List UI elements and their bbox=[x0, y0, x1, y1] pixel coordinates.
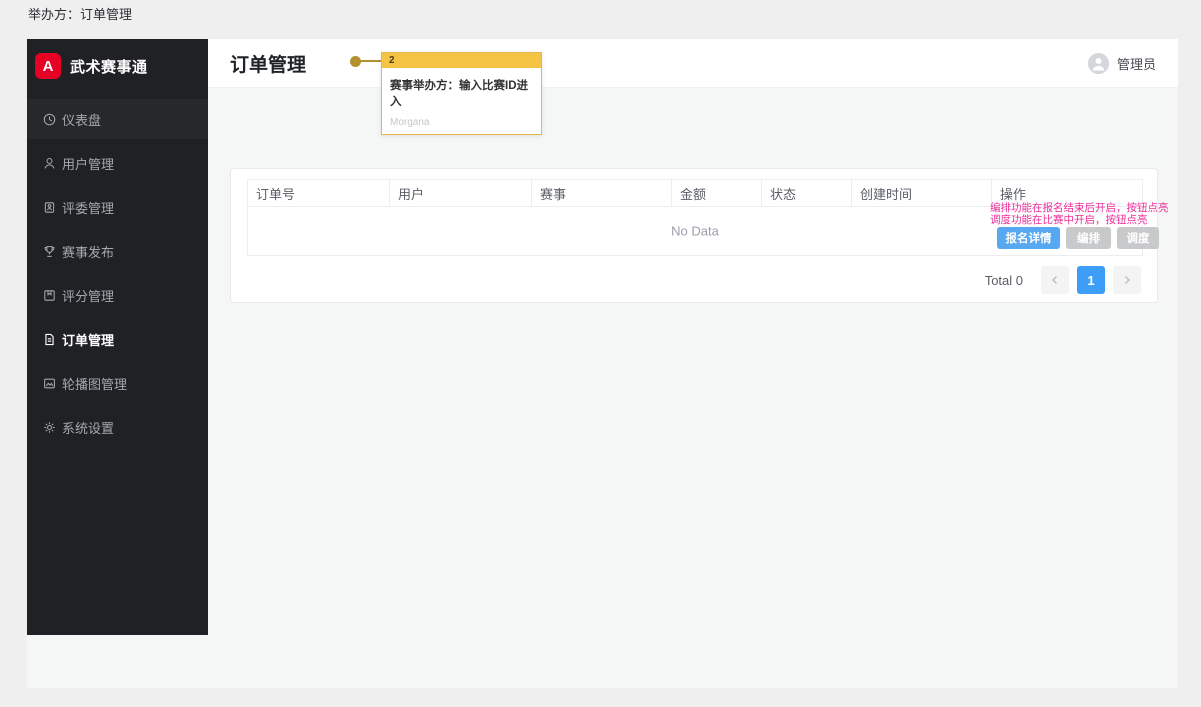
prev-page-button[interactable] bbox=[1041, 266, 1069, 294]
actions-annotation-note: 编排功能在报名结束后开启，按钮点亮 调度功能在比赛中开启，按钮点亮 bbox=[990, 202, 1169, 226]
pagination-total: Total 0 bbox=[984, 272, 1023, 288]
avatar bbox=[1087, 52, 1109, 74]
sidebar-item-users[interactable]: 用户管理 bbox=[27, 143, 208, 183]
page-title: 订单管理 bbox=[230, 54, 307, 76]
sidebar-item-label: 赛事发布 bbox=[62, 244, 115, 260]
next-page-button[interactable] bbox=[1113, 266, 1141, 294]
annotation-badge: 2 bbox=[382, 53, 541, 68]
scores-icon bbox=[42, 288, 57, 303]
column-header-event: 赛事 bbox=[532, 180, 672, 206]
sidebar: A 武术赛事通 仪表盘 用户管理 评委管理 赛事发布 评分管理 订单管理 轮播图… bbox=[27, 39, 208, 635]
users-icon bbox=[42, 156, 57, 171]
column-header-amount: 金额 bbox=[672, 180, 762, 206]
sidebar-menu: 仪表盘 用户管理 评委管理 赛事发布 评分管理 订单管理 轮播图管理 系统设置 bbox=[27, 93, 208, 447]
signup-detail-button[interactable]: 报名详情 bbox=[997, 227, 1060, 249]
column-header-status: 状态 bbox=[762, 180, 852, 206]
annotation-watermark: Morgana bbox=[390, 117, 430, 128]
carousel-icon bbox=[42, 376, 57, 391]
sidebar-item-carousel[interactable]: 轮播图管理 bbox=[27, 363, 208, 403]
page-1-button[interactable]: 1 bbox=[1077, 266, 1105, 294]
sidebar-item-dashboard[interactable]: 仪表盘 bbox=[27, 99, 208, 139]
pagination: Total 0 1 bbox=[985, 266, 1141, 294]
chevron-right-icon bbox=[1122, 275, 1132, 285]
annotation-text: 赛事举办方：输入比赛ID进入 bbox=[390, 80, 528, 108]
sidebar-item-settings[interactable]: 系统设置 bbox=[27, 407, 208, 447]
row-action-buttons: 报名详情 编排 调度 bbox=[997, 227, 1159, 249]
chevron-left-icon bbox=[1050, 275, 1060, 285]
orders-icon bbox=[42, 332, 57, 347]
app-window: A 武术赛事通 仪表盘 用户管理 评委管理 赛事发布 评分管理 订单管理 轮播图… bbox=[27, 39, 1178, 688]
sidebar-item-label: 系统设置 bbox=[62, 420, 115, 436]
sidebar-item-label: 仪表盘 bbox=[62, 112, 102, 128]
page-context-label: 举办方：订单管理 bbox=[28, 7, 133, 22]
sidebar-item-orders[interactable]: 订单管理 bbox=[27, 319, 208, 359]
sidebar-item-label: 订单管理 bbox=[62, 332, 115, 348]
username: 管理员 bbox=[1116, 56, 1156, 72]
sidebar-item-label: 用户管理 bbox=[62, 156, 115, 172]
sidebar-item-events[interactable]: 赛事发布 bbox=[27, 231, 208, 271]
judges-icon bbox=[42, 200, 57, 215]
sidebar-item-scores[interactable]: 评分管理 bbox=[27, 275, 208, 315]
annotation-line bbox=[359, 60, 382, 62]
column-header-order-no: 订单号 bbox=[248, 180, 390, 206]
sidebar-item-label: 评分管理 bbox=[62, 288, 115, 304]
settings-icon bbox=[42, 420, 57, 435]
note-line-2: 调度功能在比赛中开启，按钮点亮 bbox=[990, 213, 1148, 226]
sidebar-item-label: 轮播图管理 bbox=[62, 376, 128, 392]
user-menu[interactable]: 管理员 bbox=[1087, 52, 1156, 74]
orders-table-card: 订单号 用户 赛事 金额 状态 创建时间 操作 No Data 编排功能在报名结… bbox=[230, 168, 1169, 303]
dashboard-icon bbox=[42, 112, 57, 127]
column-header-created-at: 创建时间 bbox=[852, 180, 992, 206]
app-logo: A bbox=[35, 53, 61, 79]
sidebar-item-judges[interactable]: 评委管理 bbox=[27, 187, 208, 227]
column-header-user: 用户 bbox=[390, 180, 532, 206]
annotation-tooltip: 2 赛事举办方：输入比赛ID进入 Morgana bbox=[381, 52, 542, 135]
trophy-icon bbox=[42, 244, 57, 259]
note-line-1: 编排功能在报名结束后开启，按钮点亮 bbox=[990, 202, 1169, 214]
dispatch-button[interactable]: 调度 bbox=[1117, 227, 1159, 249]
brand[interactable]: A 武术赛事通 bbox=[27, 39, 208, 93]
sidebar-item-label: 评委管理 bbox=[62, 200, 115, 216]
arrange-button[interactable]: 编排 bbox=[1066, 227, 1111, 249]
app-name: 武术赛事通 bbox=[70, 58, 148, 76]
